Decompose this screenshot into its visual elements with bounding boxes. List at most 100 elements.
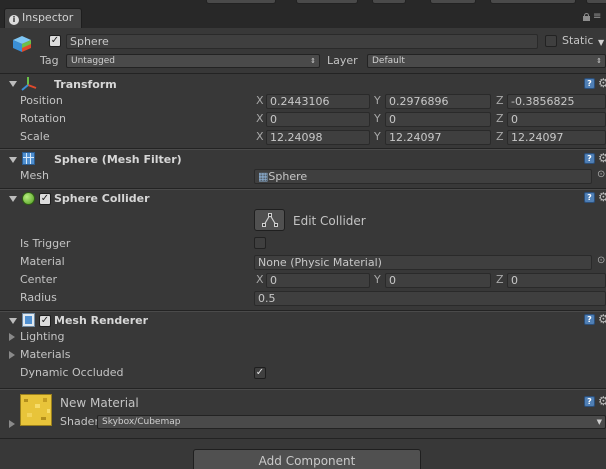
rotation-label: Rotation (20, 112, 67, 125)
dynamic-occluded-checkbox[interactable]: ✓ (254, 367, 266, 379)
sphere-collider-foldout-icon[interactable] (9, 196, 17, 202)
scale-label: Scale (20, 130, 50, 143)
add-component-button[interactable]: Add Component (193, 449, 421, 469)
rotation-z-input[interactable]: 0 (507, 112, 606, 127)
scale-y-input[interactable]: 12.24097 (385, 130, 491, 145)
transform-icon (21, 76, 37, 92)
active-checkbox[interactable]: ✓ (49, 35, 61, 47)
inspector-tab[interactable]: i Inspector (4, 8, 82, 28)
layer-dropdown[interactable]: Default ⇕ (367, 54, 606, 68)
axis-x-label: X (256, 273, 264, 286)
mesh-value: Sphere (268, 170, 308, 183)
axis-x-label: X (256, 112, 264, 125)
lock-icon[interactable] (583, 13, 590, 21)
tag-dropdown[interactable]: Untagged ⇕ (66, 54, 320, 68)
separator (0, 149, 606, 150)
mesh-filter-foldout-icon[interactable] (9, 157, 17, 163)
object-name-input[interactable]: Sphere (66, 34, 538, 49)
sphere-collider-enabled-checkbox[interactable]: ✓ (39, 193, 51, 205)
help-icon[interactable]: ? (584, 396, 595, 407)
axis-x-label: X (256, 94, 264, 107)
material-label: Material (20, 255, 65, 268)
center-z-input[interactable]: 0 (507, 273, 606, 288)
separator (0, 73, 606, 74)
gear-icon[interactable]: ⚙ (598, 191, 606, 203)
sphere-collider-title: Sphere Collider (54, 192, 150, 205)
tag-value: Untagged (71, 56, 116, 66)
tag-label: Tag (40, 54, 59, 67)
object-picker-icon[interactable]: ⊙ (597, 255, 605, 266)
axis-z-label: Z (496, 112, 504, 125)
mesh-object-field[interactable]: ▦Sphere (254, 169, 592, 184)
scale-x-input[interactable]: 12.24098 (266, 130, 370, 145)
separator (0, 311, 606, 312)
materials-label[interactable]: Materials (20, 348, 70, 362)
separator (0, 438, 606, 439)
position-z-input[interactable]: -0.3856825 (507, 94, 606, 109)
gear-icon[interactable]: ⚙ (598, 77, 606, 89)
is-trigger-checkbox[interactable] (254, 237, 266, 249)
rotation-x-input[interactable]: 0 (266, 112, 370, 127)
material-foldout-icon[interactable] (9, 420, 15, 428)
help-icon[interactable]: ? (584, 314, 595, 325)
toolbar-button-5[interactable] (490, 0, 576, 4)
gear-icon[interactable]: ⚙ (598, 152, 606, 164)
center-y-input[interactable]: 0 (385, 273, 491, 288)
edit-collider-icon (261, 213, 278, 227)
lighting-label[interactable]: Lighting (20, 330, 64, 344)
dynamic-occluded-label: Dynamic Occluded (20, 366, 124, 379)
inspector-tab-label: Inspector (22, 11, 74, 24)
position-label: Position (20, 94, 63, 107)
axis-z-label: Z (496, 130, 504, 143)
shader-dropdown[interactable]: Skybox/Cubemap ▼ (97, 415, 606, 429)
mesh-filter-icon (22, 152, 35, 165)
position-y-input[interactable]: 0.2976896 (385, 94, 491, 109)
material-name: New Material (60, 396, 139, 410)
shader-value: Skybox/Cubemap (102, 417, 181, 427)
shader-label: Shader (60, 415, 99, 428)
center-x-input[interactable]: 0 (266, 273, 370, 288)
toolbar-button-3[interactable] (372, 0, 406, 4)
mesh-icon: ▦ (258, 170, 269, 183)
physic-material-field[interactable]: None (Physic Material) (254, 255, 592, 270)
scale-z-input[interactable]: 12.24097 (507, 130, 606, 145)
axis-y-label: Y (374, 112, 381, 125)
toolbar-button-4[interactable] (430, 0, 476, 4)
toolbar-button-1[interactable] (206, 0, 276, 4)
layer-value: Default (372, 56, 405, 66)
toolbar-button-6[interactable] (586, 0, 606, 4)
axis-z-label: Z (496, 273, 504, 286)
position-x-input[interactable]: 0.2443106 (266, 94, 370, 109)
materials-foldout-icon[interactable] (9, 351, 15, 359)
axis-z-label: Z (496, 94, 504, 107)
mesh-filter-title: Sphere (Mesh Filter) (54, 153, 182, 166)
menu-icon[interactable]: ≡ (593, 12, 601, 22)
rotation-y-input[interactable]: 0 (385, 112, 491, 127)
mesh-label: Mesh (20, 169, 49, 182)
static-dropdown-icon[interactable]: ▼ (598, 38, 604, 47)
toolbar-button-2[interactable] (296, 0, 358, 4)
mesh-renderer-title: Mesh Renderer (54, 314, 149, 327)
material-preview[interactable] (20, 394, 52, 426)
window-top-bar (0, 0, 606, 28)
lighting-foldout-icon[interactable] (9, 333, 15, 341)
axis-y-label: Y (374, 94, 381, 107)
mesh-renderer-foldout-icon[interactable] (9, 318, 17, 324)
transform-foldout-icon[interactable] (9, 81, 17, 87)
gear-icon[interactable]: ⚙ (598, 395, 606, 407)
mesh-renderer-enabled-checkbox[interactable]: ✓ (39, 315, 51, 327)
radius-input[interactable]: 0.5 (254, 291, 606, 306)
edit-collider-button[interactable] (254, 209, 285, 231)
static-label: Static (562, 34, 594, 47)
gear-icon[interactable]: ⚙ (598, 313, 606, 325)
layer-label: Layer (327, 54, 358, 67)
help-icon[interactable]: ? (584, 153, 595, 164)
chevron-down-icon: ▼ (596, 418, 602, 426)
transform-title: Transform (54, 78, 117, 91)
object-picker-icon[interactable]: ⊙ (597, 169, 605, 180)
cube-icon (12, 35, 32, 53)
is-trigger-label: Is Trigger (20, 237, 71, 250)
help-icon[interactable]: ? (584, 192, 595, 203)
help-icon[interactable]: ? (584, 78, 595, 89)
static-checkbox[interactable] (545, 35, 557, 47)
